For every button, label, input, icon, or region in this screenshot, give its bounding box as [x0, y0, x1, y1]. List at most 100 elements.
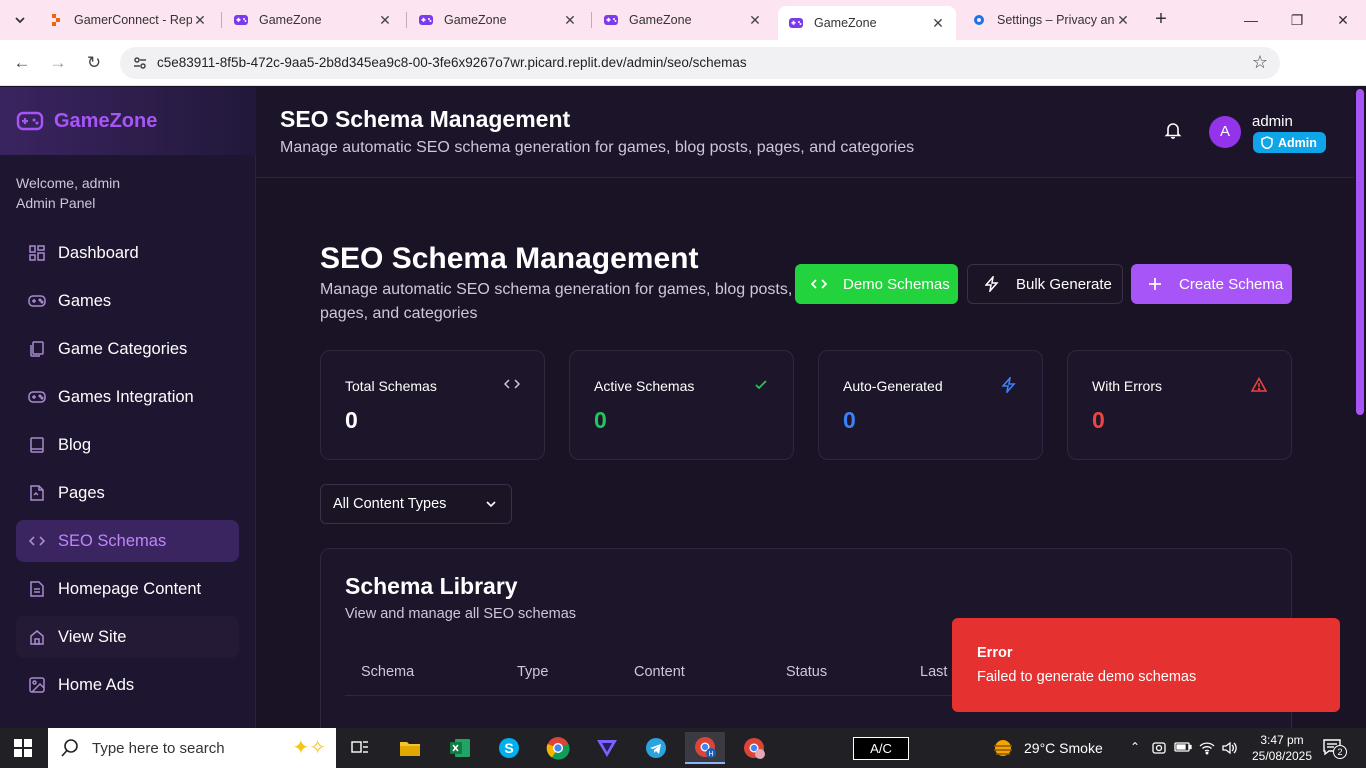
tab-gamezone-3[interactable]: GameZone ✕: [593, 6, 773, 34]
svg-text:S: S: [504, 740, 513, 756]
tab-close-icon[interactable]: ✕: [747, 12, 763, 29]
settings-gear-icon: [971, 12, 987, 28]
sidebar-nav: Dashboard Games Game Categories Games In…: [16, 232, 239, 712]
column-header-content[interactable]: Content: [634, 664, 685, 680]
restore-icon[interactable]: ❐: [1282, 8, 1312, 32]
plus-icon: [1147, 276, 1163, 292]
sidebar-item-games-integration[interactable]: Games Integration: [16, 376, 239, 418]
task-view-icon[interactable]: [340, 732, 380, 764]
tab-gamezone-active[interactable]: GameZone ✕: [778, 6, 956, 40]
tab-close-icon[interactable]: ✕: [930, 15, 946, 32]
stat-value-total: 0: [345, 407, 358, 433]
brand[interactable]: GameZone: [0, 87, 256, 155]
tab-close-icon[interactable]: ✕: [562, 12, 578, 29]
ac-indicator[interactable]: A/C: [853, 737, 909, 760]
close-window-icon[interactable]: ✕: [1328, 8, 1358, 32]
telegram-icon[interactable]: [636, 732, 676, 764]
home-icon: [28, 628, 46, 646]
scrollbar-thumb[interactable]: [1356, 89, 1364, 415]
sidebar-item-view-site[interactable]: View Site: [16, 616, 239, 658]
demo-schemas-button[interactable]: Demo Schemas: [795, 264, 958, 304]
bookmark-star-icon[interactable]: ☆: [1252, 52, 1268, 73]
skype-icon[interactable]: S: [489, 732, 529, 764]
svg-text:H: H: [708, 751, 713, 758]
error-toast[interactable]: Error Failed to generate demo schemas: [952, 618, 1340, 712]
taskbar-search[interactable]: Type here to search ✦✧: [48, 728, 336, 768]
column-header-last[interactable]: Last: [920, 664, 947, 680]
tab-settings[interactable]: Settings – Privacy and ✕: [961, 6, 1141, 34]
sidebar-item-seo-schemas[interactable]: SEO Schemas: [16, 520, 239, 562]
sidebar-item-dashboard[interactable]: Dashboard: [16, 232, 239, 274]
volume-icon[interactable]: [1221, 740, 1237, 756]
chevron-up-icon[interactable]: ⌃: [1127, 740, 1143, 756]
document-icon: [28, 580, 46, 598]
excel-icon[interactable]: [440, 732, 480, 764]
site-info-icon[interactable]: [132, 55, 148, 71]
tab-gamezone-2[interactable]: GameZone ✕: [408, 6, 588, 34]
chrome-profile-icon[interactable]: [734, 732, 774, 764]
create-schema-button[interactable]: Create Schema: [1131, 264, 1292, 304]
windows-start-icon[interactable]: [14, 739, 32, 757]
wifi-icon[interactable]: [1199, 740, 1215, 756]
bell-icon[interactable]: [1164, 121, 1182, 139]
page-title: SEO Schema Management: [320, 242, 699, 275]
content-type-select[interactable]: All Content Types: [320, 484, 512, 524]
tab-close-icon[interactable]: ✕: [1115, 12, 1131, 29]
user-name: admin: [1252, 113, 1293, 130]
stat-card-auto: Auto-Generated 0: [818, 350, 1043, 460]
copy-icon: [28, 340, 46, 358]
sidebar-item-pages[interactable]: Pages: [16, 472, 239, 514]
windows-taskbar: Type here to search ✦✧ S H A/C 29°C Smok…: [0, 728, 1366, 768]
stat-card-errors: With Errors 0: [1067, 350, 1292, 460]
chevron-down-icon: [485, 498, 497, 510]
new-tab-button[interactable]: +: [1150, 8, 1172, 30]
chrome-profile-h-icon[interactable]: H: [685, 732, 725, 764]
check-icon: [753, 377, 769, 393]
forward-icon[interactable]: →: [46, 51, 70, 75]
sidebar-item-homepage-content[interactable]: Homepage Content: [16, 568, 239, 610]
file-explorer-icon[interactable]: [390, 732, 430, 764]
image-icon: [28, 676, 46, 694]
vpn-app-icon[interactable]: [587, 732, 627, 764]
back-icon[interactable]: ←: [10, 51, 34, 75]
bulk-generate-button[interactable]: Bulk Generate: [967, 264, 1123, 304]
tab-close-icon[interactable]: ✕: [192, 12, 208, 29]
chrome-icon[interactable]: [538, 732, 578, 764]
stat-value-errors: 0: [1092, 407, 1105, 433]
lightning-icon: [1001, 375, 1018, 395]
page-subtitle: Manage automatic SEO schema generation f…: [320, 281, 793, 322]
sidebar-item-game-categories[interactable]: Game Categories: [16, 328, 239, 370]
column-header-type[interactable]: Type: [517, 664, 548, 680]
replit-icon: [48, 12, 64, 28]
gamepad-logo-icon: [16, 110, 44, 132]
role-badge: Admin: [1253, 132, 1326, 153]
minimize-icon[interactable]: —: [1236, 8, 1266, 32]
tab-search-icon[interactable]: [8, 8, 32, 32]
tab-gamerconnect[interactable]: GamerConnect - Repl ✕: [38, 6, 218, 34]
gamepad-icon: [603, 12, 619, 28]
sidebar-item-blog[interactable]: Blog: [16, 424, 239, 466]
column-header-schema[interactable]: Schema: [361, 664, 414, 680]
gamepad-icon: [28, 388, 46, 406]
battery-icon[interactable]: [1174, 740, 1192, 756]
sparkle-icon: ✦✧: [292, 737, 326, 759]
sidebar-item-games[interactable]: Games: [16, 280, 239, 322]
page-scrollbar[interactable]: [1354, 87, 1366, 728]
book-icon: [28, 436, 46, 454]
column-header-status[interactable]: Status: [786, 664, 827, 680]
sidebar: GameZone Welcome, admin Admin Panel Dash…: [0, 87, 256, 728]
page-header: SEO Schema Management Manage automatic S…: [256, 87, 1354, 178]
camera-icon[interactable]: [1151, 740, 1167, 756]
user-avatar[interactable]: A: [1209, 116, 1241, 148]
tab-gamezone-1[interactable]: GameZone ✕: [223, 6, 403, 34]
omnibox[interactable]: c5e83911-8f5b-472c-9aa5-2b8d345ea9c8-00-…: [120, 47, 1280, 79]
header-subtitle: Manage automatic SEO schema generation f…: [280, 139, 915, 156]
reload-icon[interactable]: ↻: [82, 51, 106, 75]
system-clock[interactable]: 3:47 pm 25/08/2025: [1250, 732, 1314, 764]
weather-widget[interactable]: 29°C Smoke: [992, 737, 1103, 759]
notification-center-icon[interactable]: 2: [1322, 738, 1347, 759]
browser-tab-bar: GamerConnect - Repl ✕ GameZone ✕ GameZon…: [0, 0, 1366, 40]
tab-close-icon[interactable]: ✕: [377, 12, 393, 29]
stat-value-active: 0: [594, 407, 607, 433]
sidebar-item-home-ads[interactable]: Home Ads: [16, 664, 239, 706]
